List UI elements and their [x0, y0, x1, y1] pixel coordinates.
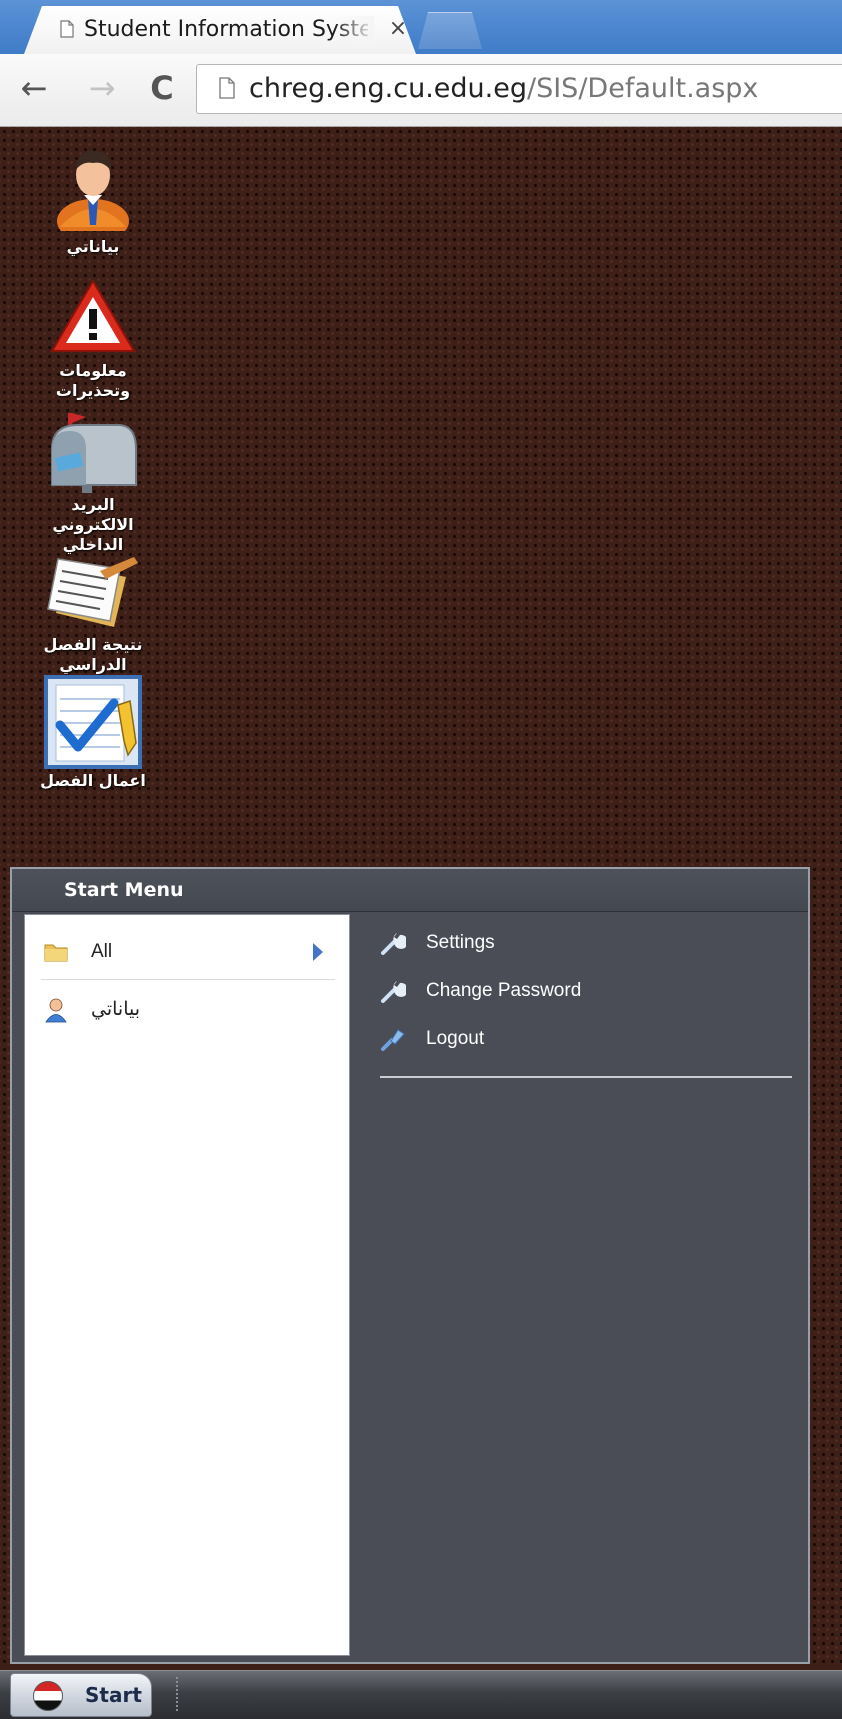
url-host: chreg.eng.cu.edu.eg [249, 73, 527, 104]
start-menu-right-pane: Settings Change Password Logout [350, 914, 800, 1656]
forward-arrow-icon[interactable]: → [82, 66, 122, 110]
folder-icon [44, 944, 68, 962]
desktop-icon-label: بياناتي [66, 237, 120, 256]
desktop-icon-label: البريد الالكتروني الداخلي [52, 495, 134, 554]
desktop-icon-label: نتيجة الفصل الدراسي [43, 635, 143, 674]
egypt-flag-icon [33, 1681, 63, 1711]
results-paper-icon [47, 557, 138, 627]
url-text: chreg.eng.cu.edu.eg/SIS/Default.aspx [249, 71, 758, 107]
browser-tab[interactable]: Student Information System × [24, 6, 416, 54]
page-icon [219, 77, 235, 99]
start-menu-title: Start Menu [64, 879, 184, 901]
wrench-icon [381, 933, 406, 955]
start-menu-header: Start Menu [12, 869, 808, 912]
menu-item-all[interactable]: All [43, 935, 333, 969]
menu-item-label: Change Password [426, 980, 582, 1001]
page-icon [60, 20, 74, 38]
warning-icon [50, 279, 136, 352]
desktop-icon-my-data[interactable]: بياناتي [38, 141, 148, 261]
browser-tabbar: Student Information System × [0, 0, 842, 54]
taskbar-divider [176, 1677, 178, 1713]
tab-title: Student Information System [84, 17, 368, 42]
desktop-icon-label: اعمال الفصل [40, 771, 146, 790]
desktop-icon-info-warnings[interactable]: معلومات وتحذيرات [38, 277, 148, 407]
start-menu-left-pane: All بياناتي [24, 914, 350, 1656]
menu-item-change-password[interactable]: Change Password [380, 974, 780, 1008]
address-bar[interactable]: chreg.eng.cu.edu.eg/SIS/Default.aspx [196, 64, 842, 114]
close-icon[interactable]: × [386, 14, 410, 44]
menu-item-label: Settings [426, 932, 495, 953]
menu-item-label: All [91, 941, 113, 962]
wrench-icon [381, 981, 406, 1003]
browser-toolbar: ← → C chreg.eng.cu.edu.eg/SIS/Default.as… [0, 54, 842, 127]
menu-item-logout[interactable]: Logout [380, 1022, 780, 1056]
mailbox-icon [51, 413, 137, 493]
menu-item-label: Logout [426, 1028, 485, 1049]
desktop-icon-semester-results[interactable]: نتيجة الفصل الدراسي [38, 551, 148, 674]
taskbar: Start [0, 1670, 842, 1719]
desktop-icon-label: معلومات وتحذيرات [55, 361, 131, 400]
user-icon [45, 998, 67, 1023]
divider [380, 1076, 792, 1078]
submenu-arrow-icon [313, 943, 323, 961]
checklist-icon [44, 675, 142, 769]
url-path: /SIS/Default.aspx [526, 73, 759, 104]
menu-item-label: بياناتي [91, 999, 141, 1020]
reload-icon[interactable]: C [142, 66, 182, 110]
start-button-label: Start [85, 1683, 142, 1707]
menu-item-my-data[interactable]: بياناتي [43, 993, 333, 1027]
logout-icon [381, 1029, 405, 1051]
menu-item-settings[interactable]: Settings [380, 926, 780, 960]
tab-title-fade [334, 16, 374, 44]
desktop-icon-internal-email[interactable]: البريد الالكتروني الداخلي [38, 409, 148, 559]
user-icon [57, 150, 129, 231]
divider [41, 979, 335, 980]
start-button[interactable]: Start [10, 1673, 152, 1717]
desktop-icon-coursework[interactable]: اعمال الفصل [38, 675, 148, 795]
new-tab-button[interactable] [418, 12, 482, 49]
start-menu: Start Menu All بياناتي Settings Change P… [10, 867, 810, 1664]
back-arrow-icon[interactable]: ← [14, 66, 54, 110]
